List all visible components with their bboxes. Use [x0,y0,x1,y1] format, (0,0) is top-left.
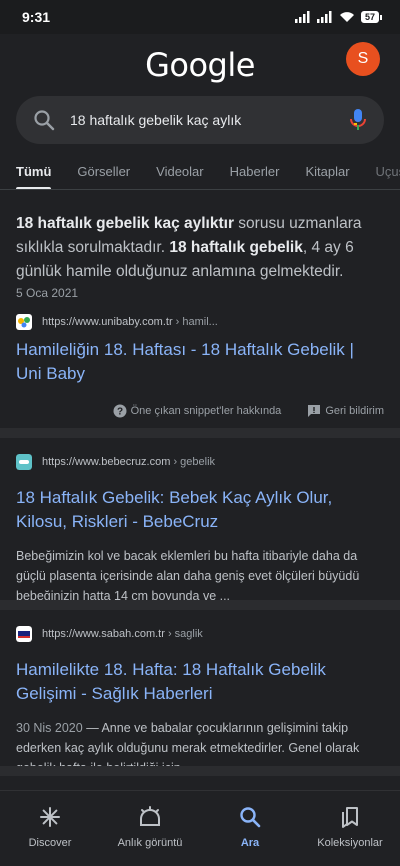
asterisk-icon [40,807,60,827]
signal-icon [294,11,310,23]
microphone-icon[interactable] [348,108,368,132]
header: Google S 18 haftalık gebelik kaç aylık [0,34,400,150]
result-title-link[interactable]: Hamileliğin 18. Haftası - 18 Haftalık Ge… [16,338,384,386]
site-url: https://www.sabah.com.tr › saglik [42,628,203,640]
nav-label: Ara [240,837,260,849]
sabah-favicon [16,626,32,642]
tab-videos[interactable]: Videolar [156,150,203,189]
nav-label: Koleksiyonlar [317,837,383,849]
result-date: 30 Nis 2020 [16,721,83,735]
tab-flights[interactable]: Uçuş Ar [376,150,400,189]
search-tabs: Tümü Görseller Videolar Haberler Kitapla… [0,150,400,190]
battery-icon: 57 [360,11,382,23]
site-row[interactable]: https://www.unibaby.com.tr › hamil... [16,314,384,330]
site-row[interactable]: https://www.sabah.com.tr › saglik [16,626,384,642]
search-bar[interactable]: 18 haftalık gebelik kaç aylık [16,96,384,144]
result-title-link[interactable]: 18 Haftalık Gebelik: Bebek Kaç Aylık Olu… [16,486,384,534]
signal-icon [316,11,332,23]
nav-collections[interactable]: Koleksiyonlar [300,791,400,866]
site-domain: https://www.bebecruz.com [42,456,171,468]
nav-discover[interactable]: Discover [0,791,100,866]
about-snippets-label: Öne çıkan snippet'ler hakkında [130,405,282,417]
wifi-icon [339,12,354,22]
snapshot-icon [140,806,160,826]
snippet-text: 18 haftalık gebelik kaç aylıktır sorusu … [16,212,384,284]
collections-icon [342,807,358,828]
tab-books[interactable]: Kitaplar [305,150,349,189]
help-icon: ? [113,404,127,418]
tab-all[interactable]: Tümü [16,150,52,189]
avatar[interactable]: S [346,42,380,76]
tab-images[interactable]: Görseller [77,150,130,189]
search-icon [240,807,261,828]
snippet-footer: ? Öne çıkan snippet'ler hakkında Geri bi… [16,404,384,418]
site-domain: https://www.unibaby.com.tr [42,316,173,328]
featured-snippet: 18 haftalık gebelik kaç aylıktır sorusu … [0,196,400,428]
snippet-date: 5 Oca 2021 [16,286,79,300]
search-result: https://www.sabah.com.tr › saglik Hamile… [0,610,400,775]
bebecruz-favicon [16,454,32,470]
search-result: https://www.bebecruz.com › gebelik 18 Ha… [0,438,400,603]
tab-news[interactable]: Haberler [230,150,280,189]
site-domain: https://www.sabah.com.tr [42,628,165,640]
search-icon [34,110,55,131]
site-row[interactable]: https://www.bebecruz.com › gebelik [16,454,384,470]
section-divider [0,428,400,438]
site-url: https://www.unibaby.com.tr › hamil... [42,316,218,328]
status-icons: 57 [294,11,382,23]
battery-level: 57 [360,11,379,23]
section-divider [0,766,400,776]
google-logo[interactable]: Google [0,46,400,84]
result-title-link[interactable]: Hamilelikte 18. Hafta: 18 Haftalık Gebel… [16,658,384,706]
site-url: https://www.bebecruz.com › gebelik [42,456,215,468]
bottom-navigation: Discover Anlık görüntü Ara Koleksiyonlar [0,790,400,866]
about-snippets-link[interactable]: ? Öne çıkan snippet'ler hakkında [113,404,282,418]
site-crumb: › gebelik [170,456,216,468]
unibaby-favicon [16,314,32,330]
section-divider [0,600,400,610]
nav-label: Anlık görüntü [117,837,183,849]
svg-text:?: ? [117,407,123,418]
status-bar: 9:31 57 [0,0,400,34]
feedback-label: Geri bildirim [325,405,384,417]
feedback-link[interactable]: Geri bildirim [307,404,384,418]
search-input[interactable]: 18 haftalık gebelik kaç aylık [70,112,348,128]
snippet-bold-text: 18 haftalık gebelik [169,239,303,256]
nav-label: Discover [28,837,72,849]
feedback-icon [308,405,321,417]
site-crumb: › hamil... [172,316,218,328]
snippet-bold-text: 18 haftalık gebelik kaç aylıktır [16,215,234,232]
nav-search[interactable]: Ara [200,791,300,866]
site-crumb: › saglik [164,628,203,640]
result-description: Bebeğimizin kol ve bacak eklemleri bu ha… [16,549,360,603]
status-time: 9:31 [22,9,51,25]
nav-snapshot[interactable]: Anlık görüntü [100,791,200,866]
